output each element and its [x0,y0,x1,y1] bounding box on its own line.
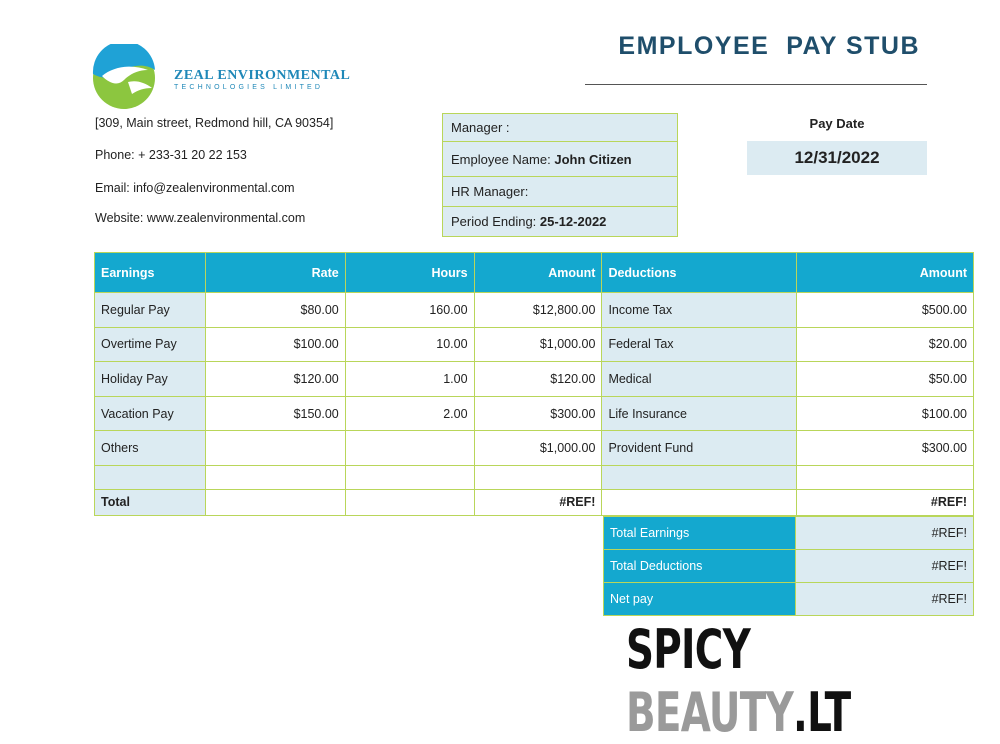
empty-cell [601,464,798,490]
total-earnings-value: #REF! [795,516,974,550]
manager-label: Manager : [451,120,510,135]
summary-row: Total Deductions #REF! [603,549,974,583]
empty-cell [473,464,603,490]
earnings-deductions-table: Earnings Rate Hours Amount Deductions Am… [94,252,974,516]
logo-emblem-icon [92,40,155,109]
total-earnings-amount: #REF! [473,488,603,516]
hr-manager-label: HR Manager: [451,184,529,199]
earning-type: Holiday Pay [94,361,206,397]
company-name: ZEAL ENVIRONMENTAL [174,68,351,83]
deduction-amount: $100.00 [796,395,974,432]
total-label: Total [94,488,206,516]
header-amount: Amount [473,252,603,293]
deduction-type: Life Insurance [601,395,798,432]
earning-rate: $100.00 [204,326,346,363]
employee-name: John Citizen [554,152,632,167]
total-row: Total #REF! #REF! [94,488,974,516]
hr-manager-row: HR Manager: [443,177,677,207]
watermark-part-1: SPICY [626,618,751,681]
table-header-row: Earnings Rate Hours Amount Deductions Am… [94,252,974,293]
empty-cell [204,464,346,490]
company-address: [309, Main street, Redmond hill, CA 9035… [95,116,334,130]
empty-cell [344,464,475,490]
header-rate: Rate [204,252,346,293]
earning-type: Overtime Pay [94,326,206,363]
pay-date-label: Pay Date [809,116,865,131]
deduction-amount: $20.00 [796,326,974,363]
company-tagline: TECHNOLOGIES LIMITED [174,84,324,91]
deduction-type: Income Tax [601,292,798,328]
header-deduction-amount: Amount [796,252,974,293]
title-divider [585,84,927,85]
pay-summary-table: Total Earnings #REF! Total Deductions #R… [603,516,974,616]
total-deduction-label [601,488,798,516]
deduction-type: Medical [601,361,798,397]
employee-info-box: Manager : Employee Name: John Citizen HR… [442,113,678,237]
watermark-text: SPICYBEAUTY.LT [626,618,871,744]
earning-rate: $120.00 [204,361,346,397]
summary-row: Total Earnings #REF! [603,516,974,550]
header-hours: Hours [344,252,475,293]
employee-row: Employee Name: John Citizen [443,142,677,177]
page-title: EMPLOYEE PAY STUB [618,32,920,60]
table-row: Vacation Pay $150.00 2.00 $300.00 Life I… [94,395,974,432]
earning-hours [344,430,475,466]
earning-rate: $150.00 [204,395,346,432]
company-phone: Phone: + 233-31 20 22 153 [95,148,247,162]
earning-amount: $300.00 [473,395,603,432]
period-row: Period Ending: 25-12-2022 [443,207,677,236]
summary-row: Net pay #REF! [603,582,974,616]
header-earnings: Earnings [94,252,206,293]
total-deductions-label: Total Deductions [603,549,796,583]
table-row: Others $1,000.00 Provident Fund $300.00 [94,430,974,466]
pay-date-value: 12/31/2022 [747,141,927,175]
deduction-type: Federal Tax [601,326,798,363]
manager-row: Manager : [443,114,677,142]
earning-rate [204,430,346,466]
watermark-part-3: .LT [793,681,851,744]
earning-rate: $80.00 [204,292,346,328]
empty-cell [796,464,974,490]
earning-amount: $1,000.00 [473,430,603,466]
table-row: Overtime Pay $100.00 10.00 $1,000.00 Fed… [94,326,974,363]
earning-type: Others [94,430,206,466]
earning-hours: 2.00 [344,395,475,432]
earning-amount: $120.00 [473,361,603,397]
table-row: Holiday Pay $120.00 1.00 $120.00 Medical… [94,361,974,397]
company-website: Website: www.zealenvironmental.com [95,211,306,225]
earning-hours: 10.00 [344,326,475,363]
earning-type: Regular Pay [94,292,206,328]
net-pay-label: Net pay [603,582,796,616]
table-row: Regular Pay $80.00 160.00 $12,800.00 Inc… [94,292,974,328]
total-hours [344,488,475,516]
earning-type: Vacation Pay [94,395,206,432]
total-deductions-value: #REF! [795,549,974,583]
company-email: Email: info@zealenvironmental.com [95,181,295,195]
period-label: Period Ending: [451,214,537,229]
deduction-amount: $500.00 [796,292,974,328]
total-deductions-amount: #REF! [796,488,974,516]
net-pay-value: #REF! [795,582,974,616]
empty-cell [94,464,206,490]
company-logo: ZEAL ENVIRONMENTAL TECHNOLOGIES LIMITED [88,40,358,110]
period-value: 25-12-2022 [539,214,607,229]
total-earnings-label: Total Earnings [603,516,796,550]
deduction-type: Provident Fund [601,430,798,466]
earning-amount: $12,800.00 [473,292,603,328]
table-row-empty [94,464,974,490]
earning-hours: 1.00 [344,361,475,397]
deduction-amount: $300.00 [796,430,974,466]
header-deductions: Deductions [601,252,798,293]
watermark: SPICYBEAUTY.LT [626,618,966,744]
employee-label: Employee Name: [451,152,551,167]
total-rate [204,488,346,516]
earning-amount: $1,000.00 [473,326,603,363]
watermark-part-2: BEAUTY [626,681,794,744]
earning-hours: 160.00 [344,292,475,328]
deduction-amount: $50.00 [796,361,974,397]
